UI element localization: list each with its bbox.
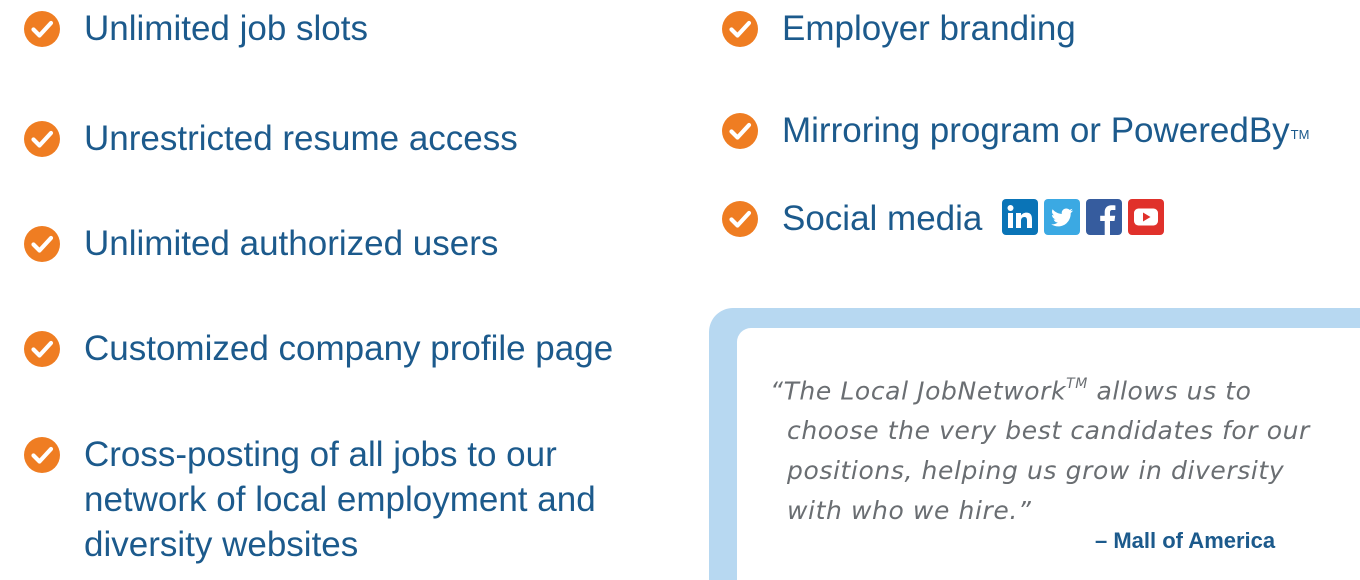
linkedin-icon[interactable] bbox=[1002, 199, 1039, 235]
testimonial-attribution: – Mall of America bbox=[1095, 528, 1276, 553]
quote-line-2: choose the very best candidates for our bbox=[787, 416, 1310, 446]
feature-item-cross-posting: Cross-posting of all jobs to our network… bbox=[24, 432, 604, 567]
check-circle-icon bbox=[24, 331, 60, 367]
feature-label: Employer branding bbox=[782, 9, 1076, 48]
quote-line-4: with who we hire.” bbox=[787, 496, 1032, 526]
feature-label: Customized company profile page bbox=[84, 329, 614, 368]
check-circle-icon bbox=[24, 11, 60, 47]
feature-label-text: Mirroring program or PoweredBy bbox=[782, 111, 1290, 150]
feature-item-social-media: Social media bbox=[722, 196, 1165, 241]
feature-label: Unlimited authorized users bbox=[84, 224, 499, 263]
twitter-icon[interactable] bbox=[1044, 199, 1081, 235]
social-icons-group bbox=[1002, 199, 1165, 235]
feature-item-customized-company-profile: Customized company profile page bbox=[24, 326, 613, 371]
quote-line-1-end: allows us to bbox=[1087, 376, 1252, 406]
quote-line-3: positions, helping us grow in diversity bbox=[787, 456, 1285, 486]
testimonial-quote: “The Local JobNetworkTM allows us to cho… bbox=[770, 366, 1330, 531]
feature-item-employer-branding: Employer branding bbox=[722, 6, 1076, 51]
open-quote-mark: “ bbox=[770, 376, 784, 406]
feature-label: Unlimited job slots bbox=[84, 9, 368, 48]
feature-label: Unrestricted resume access bbox=[84, 119, 518, 158]
quote-line-1-text: The Local JobNetwork bbox=[783, 376, 1067, 406]
feature-label: Mirroring program or PoweredByTM bbox=[782, 108, 1309, 153]
feature-item-unlimited-authorized-users: Unlimited authorized users bbox=[24, 221, 498, 266]
feature-item-unrestricted-resume-access: Unrestricted resume access bbox=[24, 116, 518, 161]
quote-line-1: “The Local JobNetworkTM allows us to bbox=[770, 366, 1330, 411]
feature-label: Cross-posting of all jobs to our network… bbox=[84, 435, 596, 564]
feature-item-mirroring-program: Mirroring program or PoweredByTM bbox=[722, 108, 1309, 153]
check-circle-icon bbox=[722, 11, 758, 47]
quote-trademark: TM bbox=[1066, 376, 1088, 392]
feature-label: Social media bbox=[782, 199, 983, 238]
youtube-icon[interactable] bbox=[1128, 199, 1165, 235]
facebook-icon[interactable] bbox=[1086, 199, 1123, 235]
feature-item-unlimited-job-slots: Unlimited job slots bbox=[24, 6, 368, 51]
check-circle-icon bbox=[24, 226, 60, 262]
check-circle-icon bbox=[722, 201, 758, 237]
check-circle-icon bbox=[24, 121, 60, 157]
check-circle-icon bbox=[722, 113, 758, 149]
trademark-mark: TM bbox=[1290, 127, 1310, 142]
check-circle-icon bbox=[24, 437, 60, 473]
